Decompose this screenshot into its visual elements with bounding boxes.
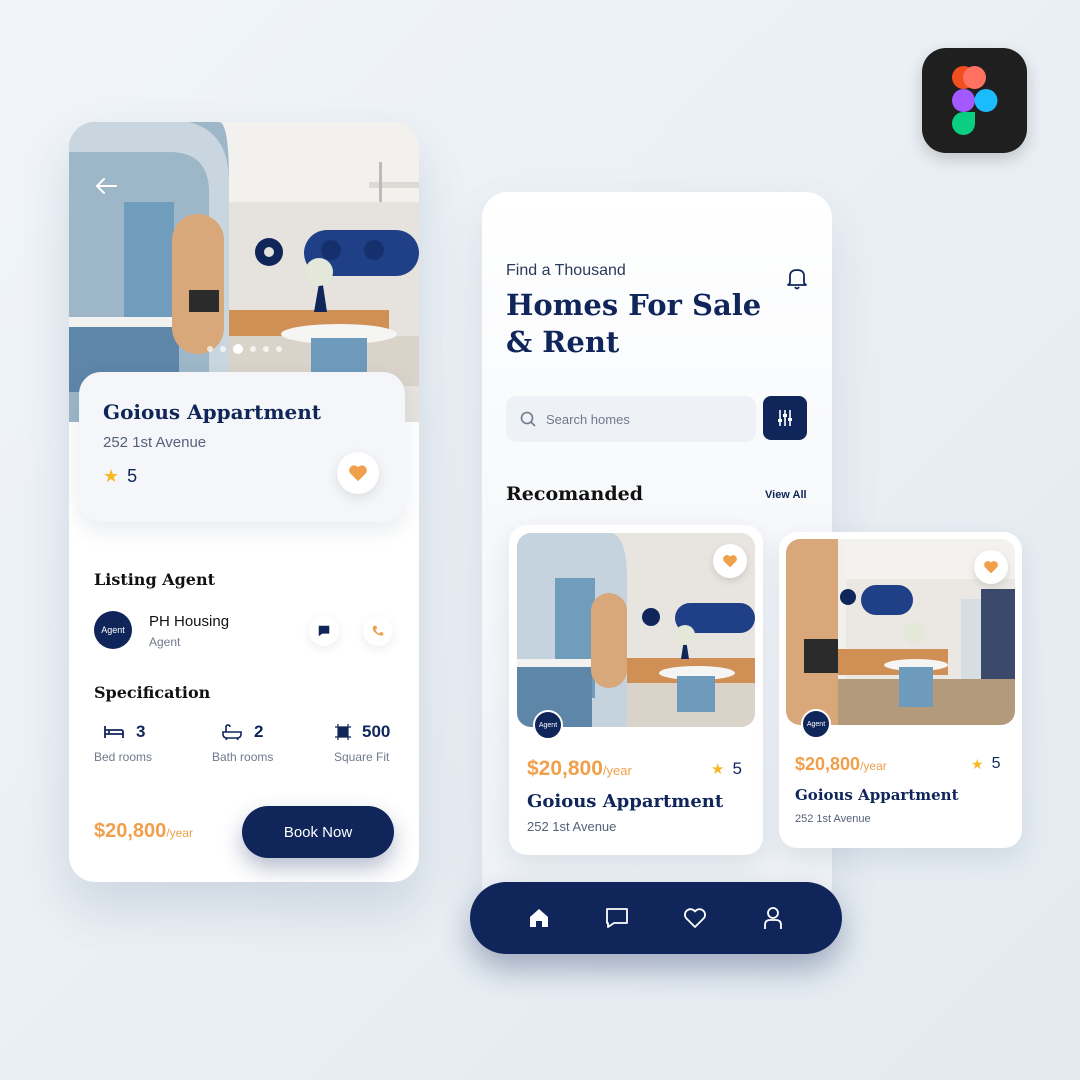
spec-area: 500 Square Fit (334, 722, 414, 764)
favorite-button[interactable] (974, 550, 1008, 584)
spec-value: 500 (362, 722, 391, 741)
nav-profile[interactable] (758, 903, 788, 933)
rating-value: 5 (127, 466, 138, 486)
heart-icon (684, 908, 706, 928)
carousel-dots[interactable] (207, 344, 282, 354)
section-title: Recomanded (506, 483, 644, 505)
bed-icon (104, 726, 124, 738)
message-agent-button[interactable] (309, 616, 339, 646)
card-rating: ★ 5 (711, 759, 742, 779)
specification-heading: Specification (94, 683, 211, 702)
bell-icon[interactable] (786, 266, 808, 295)
nav-favorites[interactable] (680, 903, 710, 933)
star-icon: ★ (103, 466, 120, 486)
rating-value: 5 (732, 759, 742, 778)
search-input[interactable]: Search homes (506, 396, 756, 442)
phone-icon (372, 625, 384, 636)
carousel-dot[interactable] (263, 346, 269, 352)
card-price: $20,800/year (527, 757, 632, 781)
card-rating: ★ 5 (971, 755, 1000, 773)
detail-screen: Goious Appartment 252 1st Avenue ★ 5 Lis… (69, 122, 419, 882)
sliders-icon (778, 410, 792, 426)
heart-icon (349, 465, 367, 482)
heart-icon (723, 555, 737, 568)
spec-label: Bath rooms (212, 750, 274, 764)
spec-bathrooms: 2 Bath rooms (212, 722, 302, 764)
bath-icon (222, 724, 242, 740)
agent-avatar[interactable]: Agent (533, 710, 563, 740)
price-value: $20,800 (795, 754, 861, 774)
spec-value: 2 (254, 722, 264, 741)
home-title: Homes For Sale & Rent (506, 287, 761, 361)
spec-bedrooms: 3 Bed rooms (94, 722, 184, 764)
search-placeholder: Search homes (546, 411, 630, 427)
back-arrow-icon[interactable] (95, 178, 117, 194)
price-value: $20,800 (94, 820, 167, 842)
bottom-nav (470, 882, 842, 954)
book-now-button[interactable]: Book Now (242, 806, 394, 858)
star-icon: ★ (711, 761, 725, 778)
spec-value: 3 (136, 722, 146, 741)
call-agent-button[interactable] (363, 616, 393, 646)
property-card[interactable]: Agent $20,800/year ★ 5 Goious Appartment… (779, 532, 1022, 848)
listing-agent-heading: Listing Agent (94, 570, 215, 589)
nav-home[interactable] (524, 903, 554, 933)
price-unit: /year (860, 759, 887, 773)
card-price: $20,800/year (795, 754, 887, 775)
nav-messages[interactable] (602, 903, 632, 933)
filter-button[interactable] (763, 396, 807, 440)
figma-logo (922, 48, 1027, 153)
property-info-card: Goious Appartment 252 1st Avenue ★ 5 (79, 372, 405, 522)
home-icon (530, 909, 548, 927)
price: $20,800/year (94, 820, 193, 843)
favorite-button[interactable] (713, 544, 747, 578)
view-all-link[interactable]: View All (765, 489, 807, 501)
home-title-line1: Homes For Sale (506, 288, 762, 322)
rating: ★ 5 (103, 466, 137, 487)
agent-role: Agent (149, 635, 181, 649)
home-subtitle: Find a Thousand (506, 262, 626, 279)
card-address: 252 1st Avenue (527, 819, 617, 834)
message-icon (318, 625, 330, 637)
search-icon (520, 411, 536, 427)
chat-icon (606, 908, 628, 928)
spec-label: Square Fit (334, 750, 390, 764)
property-card[interactable]: Agent $20,800/year ★ 5 Goious Appartment… (509, 525, 763, 855)
spec-label: Bed rooms (94, 750, 153, 764)
card-title: Goious Appartment (527, 791, 724, 812)
property-address: 252 1st Avenue (103, 434, 207, 451)
heart-icon (984, 561, 998, 574)
agent-avatar[interactable]: Agent (94, 611, 132, 649)
carousel-dot[interactable] (250, 346, 256, 352)
price-unit: /year (166, 826, 193, 840)
home-title-line2: & Rent (506, 325, 620, 359)
agent-avatar[interactable]: Agent (801, 709, 831, 739)
carousel-dot-active[interactable] (233, 344, 243, 354)
rating-value: 5 (991, 755, 1001, 772)
carousel-dot[interactable] (207, 346, 213, 352)
star-icon: ★ (971, 755, 984, 772)
area-icon (335, 724, 351, 740)
property-title: Goious Appartment (103, 400, 322, 424)
card-address: 252 1st Avenue (795, 813, 871, 825)
agent-name: PH Housing (149, 613, 230, 630)
favorite-button[interactable] (337, 452, 379, 494)
price-value: $20,800 (527, 757, 603, 780)
carousel-dot[interactable] (276, 346, 282, 352)
carousel-dot[interactable] (220, 346, 226, 352)
user-icon (764, 907, 782, 929)
card-title: Goious Appartment (795, 786, 959, 804)
price-unit: /year (602, 763, 632, 778)
